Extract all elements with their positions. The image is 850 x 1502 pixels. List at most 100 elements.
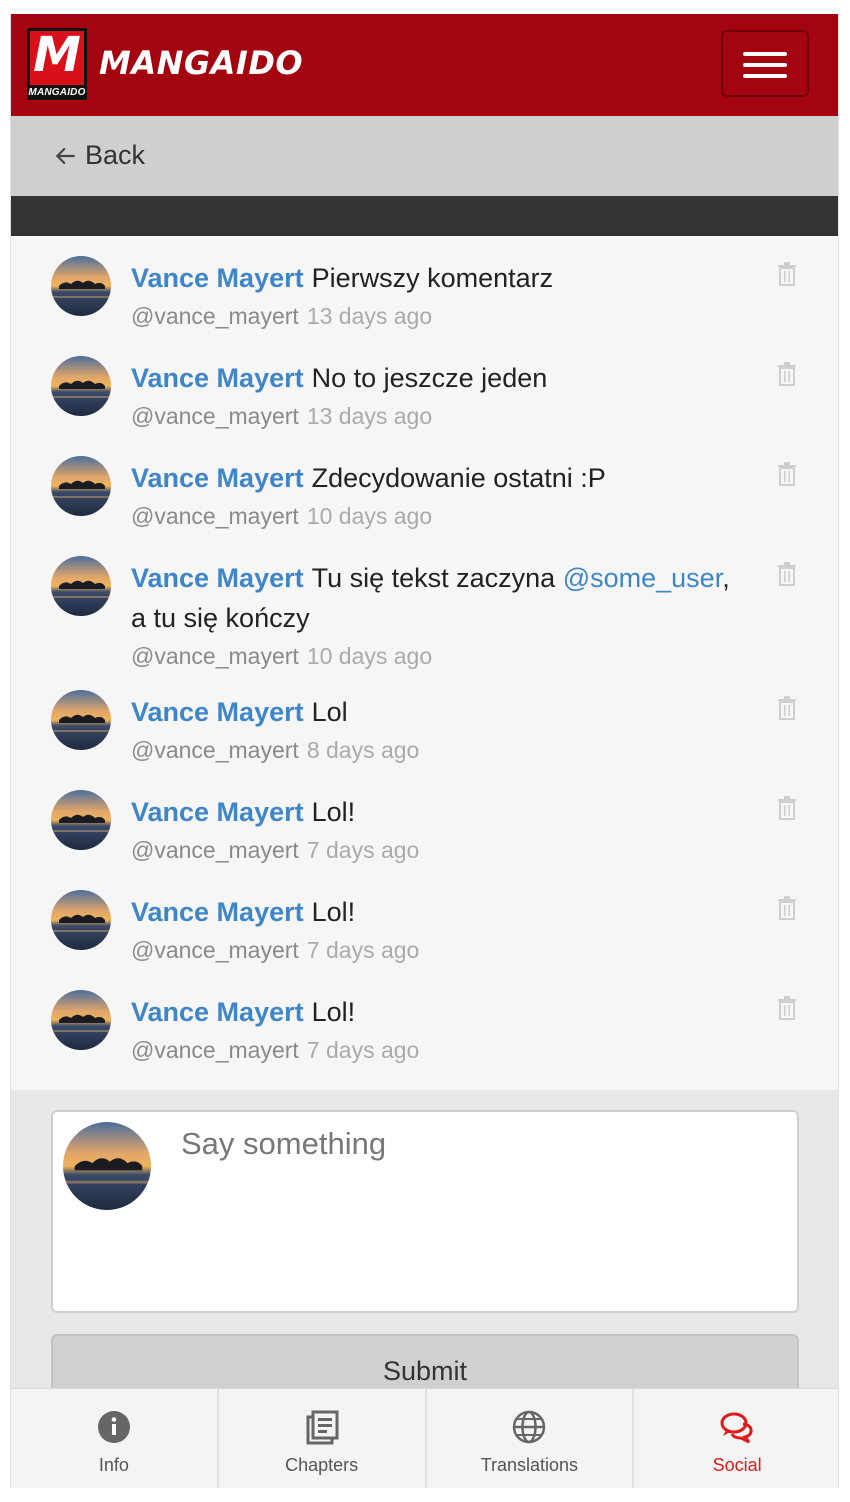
avatar[interactable] (51, 990, 111, 1050)
comment-handle[interactable]: @vance_mayert (131, 837, 299, 863)
app-frame: M MANGAIDO MANGAIDO Back Vance Mayert Pi… (10, 14, 839, 1488)
comment-author[interactable]: Vance Mayert (131, 563, 304, 593)
comment-body: Vance Mayert Pierwszy komentarz @vance_may… (131, 258, 751, 334)
tab-chapters[interactable]: Chapters (219, 1389, 427, 1488)
comment-meta: @vance_mayert 13 days ago (131, 398, 751, 434)
hamburger-icon-bar (743, 74, 787, 78)
avatar[interactable] (51, 890, 111, 950)
tab-social[interactable]: Social (634, 1389, 838, 1488)
avatar[interactable] (51, 790, 111, 850)
comment-timestamp: 13 days ago (306, 303, 433, 329)
back-bar: Back (11, 116, 838, 196)
tab-translations[interactable]: Translations (427, 1389, 635, 1488)
comment-composer: Say something Submit (11, 1090, 838, 1404)
comment-meta: @vance_mayert 8 days ago (131, 732, 751, 768)
trash-icon[interactable] (777, 262, 797, 286)
comment-handle[interactable]: @vance_mayert (131, 737, 299, 763)
comment-text: Lol (311, 697, 348, 727)
comment-author[interactable]: Vance Mayert (131, 997, 304, 1027)
comment-meta: @vance_mayert 13 days ago (131, 298, 751, 334)
back-label: Back (85, 140, 146, 170)
comment-author[interactable]: Vance Mayert (131, 697, 304, 727)
comment-textarea[interactable]: Say something (51, 1110, 799, 1313)
comment-meta: @vance_mayert 10 days ago (131, 498, 751, 534)
mention-link[interactable]: @some_user (563, 563, 722, 593)
trash-icon[interactable] (777, 362, 797, 386)
brand-name[interactable]: MANGAIDO (99, 44, 303, 82)
hamburger-icon-bar (743, 63, 787, 67)
comment-timestamp: 8 days ago (306, 737, 420, 763)
trash-icon[interactable] (777, 796, 797, 820)
comment-text: Zdecydowanie ostatni :P (311, 463, 606, 493)
hamburger-icon (743, 52, 787, 56)
trash-icon[interactable] (777, 996, 797, 1020)
tab-label: Info (98, 1455, 129, 1475)
comment-handle[interactable]: @vance_mayert (131, 937, 299, 963)
comment-text: No to jeszcze jeden (311, 363, 548, 393)
tab-label: Chapters (285, 1455, 359, 1475)
avatar[interactable] (51, 556, 111, 616)
comment-body: Vance Mayert No to jeszcze jeden @vance_ma… (131, 358, 751, 434)
comment-handle[interactable]: @vance_mayert (131, 1037, 299, 1063)
tab-info[interactable]: Info (11, 1389, 219, 1488)
trash-icon[interactable] (777, 896, 797, 920)
comment-author[interactable]: Vance Mayert (131, 363, 304, 393)
avatar (63, 1122, 151, 1210)
comment-body: Vance Mayert Lol! @vance_mayert 7 days ago (131, 792, 751, 868)
comment-text-line: Vance Mayert Pierwszy komentarz (131, 258, 751, 298)
comment-body: Vance Mayert Lol @vance_mayert 8 days ago (131, 692, 751, 768)
comment-timestamp: 7 days ago (306, 837, 420, 863)
comment-meta: @vance_mayert 7 days ago (131, 1032, 751, 1068)
comment-timestamp: 10 days ago (306, 503, 433, 529)
comment-text-line: Vance Mayert Lol (131, 692, 751, 732)
comment-body: Vance Mayert Zdecydowanie ostatni :P @vanc… (131, 458, 751, 534)
comment-text: Lol! (311, 797, 356, 827)
comment-author[interactable]: Vance Mayert (131, 263, 304, 293)
avatar[interactable] (51, 256, 111, 316)
comment-handle[interactable]: @vance_mayert (131, 503, 299, 529)
comment-text: Lol! (311, 997, 356, 1027)
divider-bar (11, 196, 838, 236)
back-button[interactable]: Back (53, 140, 145, 171)
trash-icon[interactable] (777, 462, 797, 486)
comment-text-line: Vance Mayert Tu się tekst zaczyna @some_u… (131, 558, 751, 638)
comment-body: Vance Mayert Lol! @vance_mayert 7 days ago (131, 992, 751, 1068)
comment-timestamp: 7 days ago (306, 1037, 420, 1063)
logo-caption: MANGAIDO (27, 85, 87, 100)
bottom-tab-bar: Info Chapters Translations Social (11, 1388, 838, 1488)
comment-text-line: Vance Mayert Lol! (131, 892, 751, 932)
hamburger-menu-button[interactable] (721, 30, 809, 97)
comment-meta: @vance_mayert 7 days ago (131, 832, 751, 868)
comment-timestamp: 7 days ago (306, 937, 420, 963)
avatar[interactable] (51, 456, 111, 516)
comment-body: Vance Mayert Lol! @vance_mayert 7 days ago (131, 892, 751, 968)
comment-text: Pierwszy komentarz (311, 263, 554, 293)
comment-meta: @vance_mayert 7 days ago (131, 932, 751, 968)
arrow-left-icon (55, 147, 75, 164)
comment-list: Vance Mayert Pierwszy komentarz @vance_may… (11, 236, 838, 1090)
comment-text-line: Vance Mayert No to jeszcze jeden (131, 358, 751, 398)
logo[interactable]: M MANGAIDO (27, 27, 87, 100)
tab-label: Translations (480, 1455, 579, 1475)
comment-meta: @vance_mayert 10 days ago (131, 638, 751, 674)
avatar[interactable] (51, 690, 111, 750)
trash-icon[interactable] (777, 696, 797, 720)
comment-text: Tu się tekst zaczyna (311, 563, 563, 593)
comment-text-line: Vance Mayert Lol! (131, 992, 751, 1032)
trash-icon[interactable] (777, 562, 797, 586)
comment-placeholder: Say something (181, 1126, 387, 1161)
comment-text-line: Vance Mayert Lol! (131, 792, 751, 832)
tab-label: Social (712, 1455, 762, 1475)
avatar[interactable] (51, 356, 111, 416)
comment-body: Vance Mayert Tu się tekst zaczyna @some_u… (131, 558, 751, 674)
comment-text: Lol! (311, 897, 356, 927)
comment-handle[interactable]: @vance_mayert (131, 403, 299, 429)
top-navbar: M MANGAIDO MANGAIDO (11, 14, 838, 116)
comment-timestamp: 13 days ago (306, 403, 433, 429)
logo-letter: M (33, 27, 81, 83)
comment-author[interactable]: Vance Mayert (131, 897, 304, 927)
comment-handle[interactable]: @vance_mayert (131, 303, 299, 329)
comment-author[interactable]: Vance Mayert (131, 797, 304, 827)
comment-author[interactable]: Vance Mayert (131, 463, 304, 493)
comment-handle[interactable]: @vance_mayert (131, 643, 299, 669)
